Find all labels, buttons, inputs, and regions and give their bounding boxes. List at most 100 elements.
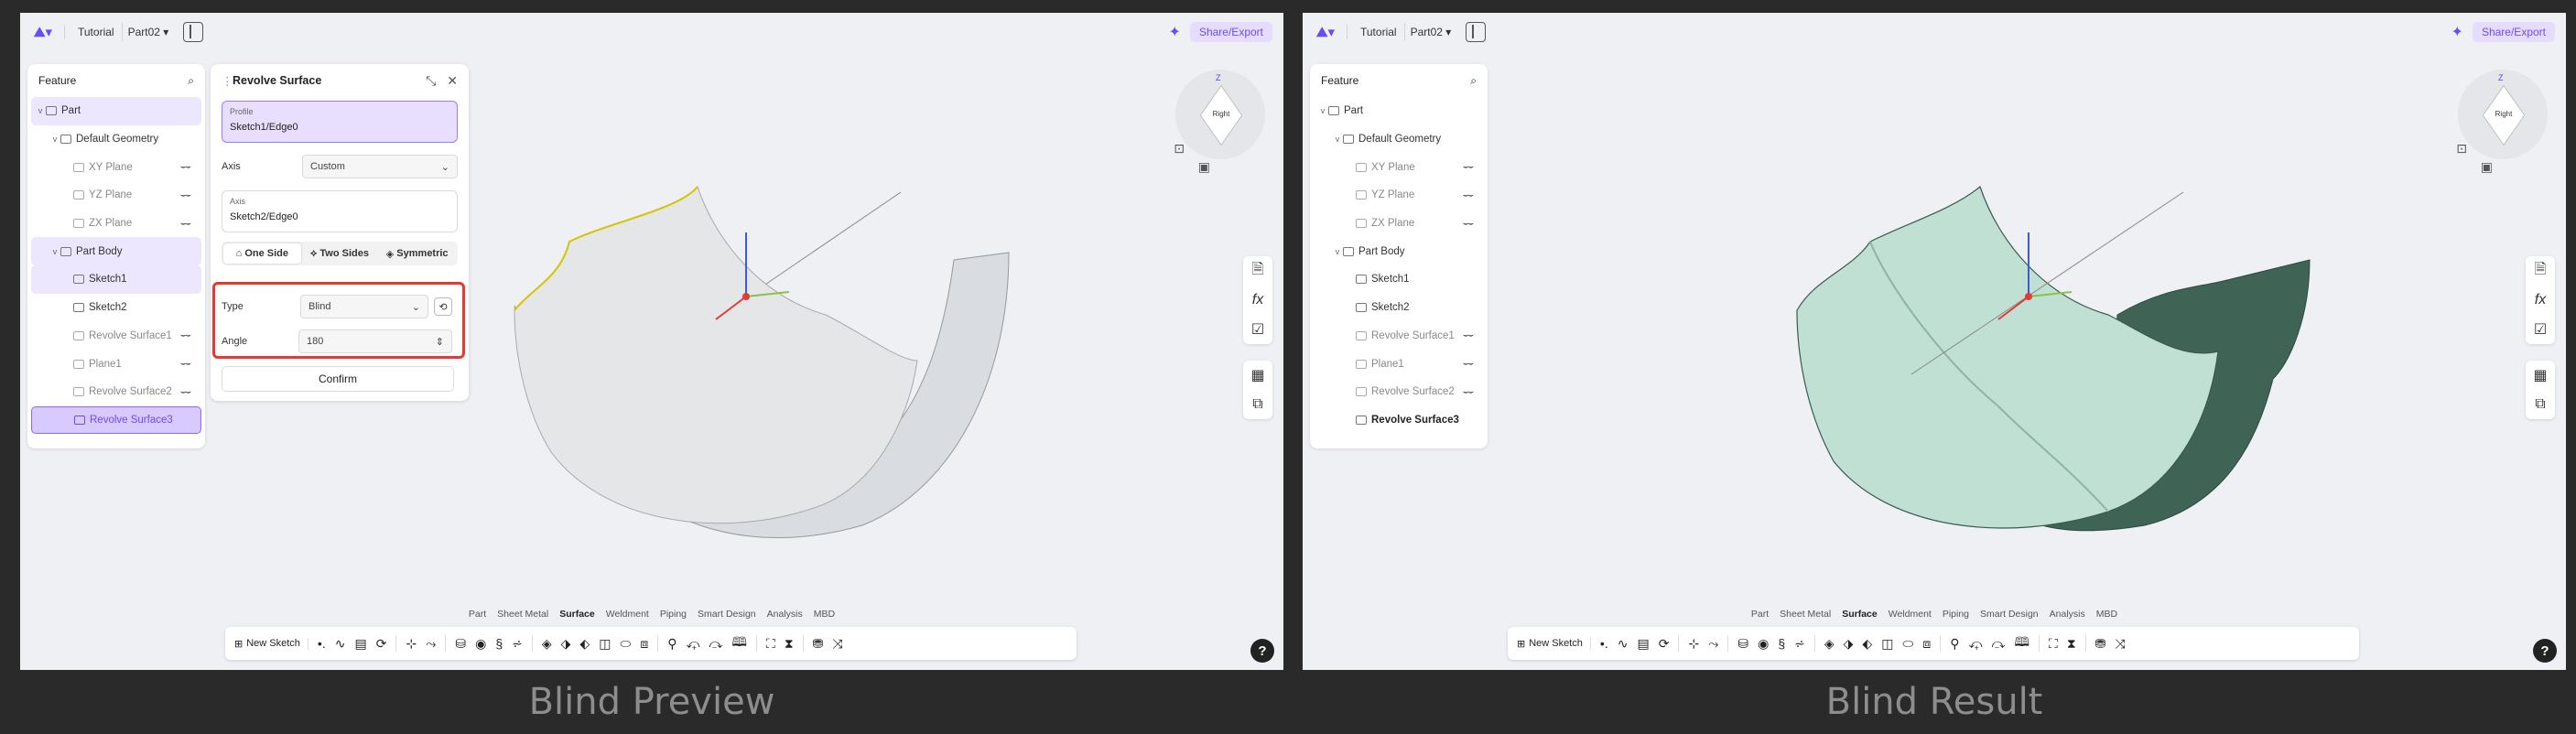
spline-icon[interactable]: ⤳ (426, 636, 436, 652)
mirror-icon[interactable]: ⧗ (2067, 636, 2076, 652)
tab-smart-design[interactable]: Smart Design (698, 609, 756, 620)
revolve-tool-icon[interactable]: ⟳ (376, 636, 387, 652)
view-cube[interactable]: Z Right (2452, 64, 2553, 165)
deform-icon[interactable]: ⚲ (1950, 636, 1959, 652)
revolve-tool-icon[interactable]: ⟳ (1659, 636, 1670, 652)
extend-icon[interactable]: ⬖ (579, 636, 590, 652)
fit-view-icon[interactable]: ⊡ (2456, 141, 2467, 157)
checklist-icon[interactable]: ☑ (2534, 315, 2547, 344)
help-icon[interactable]: ? (1250, 639, 1274, 663)
tab-sheet-metal[interactable]: Sheet Metal (497, 609, 548, 620)
origin-point (742, 293, 750, 300)
measure-icon[interactable]: 🗎 (2535, 256, 2547, 286)
pattern-icon[interactable]: ⛶ (2049, 636, 2058, 652)
loft-icon[interactable]: ⩫ (1794, 636, 1805, 652)
origin-point (2025, 293, 2032, 300)
preview-surface (514, 185, 918, 524)
3d-result-scene[interactable] (1303, 13, 2566, 670)
3d-preview-scene[interactable] (20, 13, 1283, 670)
sphere-icon[interactable]: ◉ (1758, 636, 1769, 652)
module-tabs: Part Sheet Metal Surface Weldment Piping… (1303, 609, 2566, 620)
wrap-icon[interactable]: ⤼ (709, 636, 723, 652)
layers-icon[interactable]: ⧉ (2535, 390, 2545, 419)
tab-weldment[interactable]: Weldment (1889, 609, 1932, 620)
extend-icon[interactable]: ⬖ (1862, 636, 1872, 652)
tab-part[interactable]: Part (469, 609, 486, 620)
formula-icon[interactable]: fx (1252, 286, 1263, 315)
new-sketch-icon: ⊞ (1517, 638, 1526, 650)
camera-icon[interactable]: ▣ (2481, 159, 2493, 175)
thicken-icon[interactable]: ⧈ (1922, 636, 1931, 652)
fill-icon[interactable]: ◈ (1824, 636, 1835, 652)
wrap-icon[interactable]: ⤼ (1992, 636, 2006, 652)
knit-icon[interactable]: ⬭ (1902, 636, 1913, 652)
layout-icon[interactable]: ▦ (1250, 361, 1264, 390)
offset-icon[interactable]: ⬗ (561, 636, 571, 652)
right-toolbar-top: 🗎 fx ☑ (1243, 256, 1272, 344)
checklist-icon[interactable]: ☑ (1251, 315, 1264, 344)
pattern-icon[interactable]: ⛶ (766, 636, 775, 652)
curve-icon[interactable]: ∿ (335, 636, 346, 652)
book-icon[interactable]: 🕮 (2015, 632, 2030, 654)
sphere-icon[interactable]: ◉ (475, 636, 486, 652)
tab-analysis[interactable]: Analysis (767, 609, 803, 620)
camera-icon[interactable]: ▣ (1198, 159, 1210, 175)
point-icon[interactable]: •. (318, 636, 326, 651)
boss-icon[interactable]: ⛁ (455, 636, 466, 652)
new-sketch-button[interactable]: ⊞ New Sketch (234, 637, 308, 650)
trim-icon[interactable]: ⊹ (406, 636, 417, 652)
extrude-icon[interactable]: ▤ (354, 636, 366, 652)
divider (1727, 635, 1729, 652)
tab-part[interactable]: Part (1751, 609, 1769, 620)
trim-icon[interactable]: ⊹ (1688, 636, 1699, 652)
fill-icon[interactable]: ◈ (542, 636, 552, 652)
module-tabs: Part Sheet Metal Surface Weldment Piping… (20, 609, 1283, 620)
new-sketch-button[interactable]: ⊞ New Sketch (1517, 637, 1591, 650)
split-icon[interactable]: ◫ (1881, 636, 1893, 652)
tab-smart-design[interactable]: Smart Design (1980, 609, 2039, 620)
tab-piping[interactable]: Piping (660, 609, 687, 620)
tab-piping[interactable]: Piping (1943, 609, 1969, 620)
tab-surface[interactable]: Surface (559, 609, 595, 620)
layers-icon[interactable]: ⧉ (1252, 390, 1262, 419)
spline-icon[interactable]: ⤳ (1708, 636, 1718, 652)
thicken-icon[interactable]: ⧈ (640, 636, 648, 652)
viewport-preview[interactable]: ⛰▾ Tutorial Part02 ▾ ✦ Share/Export Feat… (20, 13, 1283, 670)
point-icon[interactable]: •. (1600, 636, 1608, 651)
split-icon[interactable]: ◫ (599, 636, 611, 652)
divider (1940, 635, 1942, 652)
offset-icon[interactable]: ⬗ (1844, 636, 1854, 652)
deform-icon[interactable]: ⚲ (667, 636, 676, 652)
mirror-icon[interactable]: ⧗ (785, 636, 794, 652)
bucket-icon[interactable]: ⛃ (813, 636, 824, 652)
tab-sheet-metal[interactable]: Sheet Metal (1780, 609, 1831, 620)
tab-analysis[interactable]: Analysis (2050, 609, 2085, 620)
measure-icon[interactable]: 🗎 (1252, 256, 1264, 286)
tab-mbd[interactable]: MBD (2096, 609, 2117, 620)
divider (802, 635, 804, 652)
tab-weldment[interactable]: Weldment (606, 609, 649, 620)
fit-view-icon[interactable]: ⊡ (1174, 141, 1185, 157)
extrude-icon[interactable]: ▤ (1637, 636, 1649, 652)
viewport-result[interactable]: ⛰▾ Tutorial Part02 ▾ ✦ Share/Export Feat… (1303, 13, 2566, 670)
flex-icon[interactable]: ⤽ (1969, 636, 1983, 652)
divider (1813, 635, 1815, 652)
help-icon[interactable]: ? (2533, 639, 2557, 663)
transform-icon[interactable]: ⤨ (2115, 636, 2125, 652)
knit-icon[interactable]: ⬭ (620, 636, 631, 652)
sweep-icon[interactable]: § (495, 636, 503, 651)
flex-icon[interactable]: ⤽ (687, 636, 700, 652)
tab-surface[interactable]: Surface (1842, 609, 1878, 620)
formula-icon[interactable]: fx (2535, 286, 2546, 315)
transform-icon[interactable]: ⤨ (832, 636, 842, 652)
loft-icon[interactable]: ⩫ (512, 636, 523, 652)
book-icon[interactable]: 🕮 (732, 632, 748, 654)
bucket-icon[interactable]: ⛃ (2095, 636, 2106, 652)
divider (395, 635, 397, 652)
layout-icon[interactable]: ▦ (2533, 361, 2547, 390)
boss-icon[interactable]: ⛁ (1737, 636, 1748, 652)
view-cube[interactable]: Z Right (1170, 64, 1271, 165)
tab-mbd[interactable]: MBD (814, 609, 835, 620)
sweep-icon[interactable]: § (1778, 636, 1785, 651)
curve-icon[interactable]: ∿ (1618, 636, 1629, 652)
